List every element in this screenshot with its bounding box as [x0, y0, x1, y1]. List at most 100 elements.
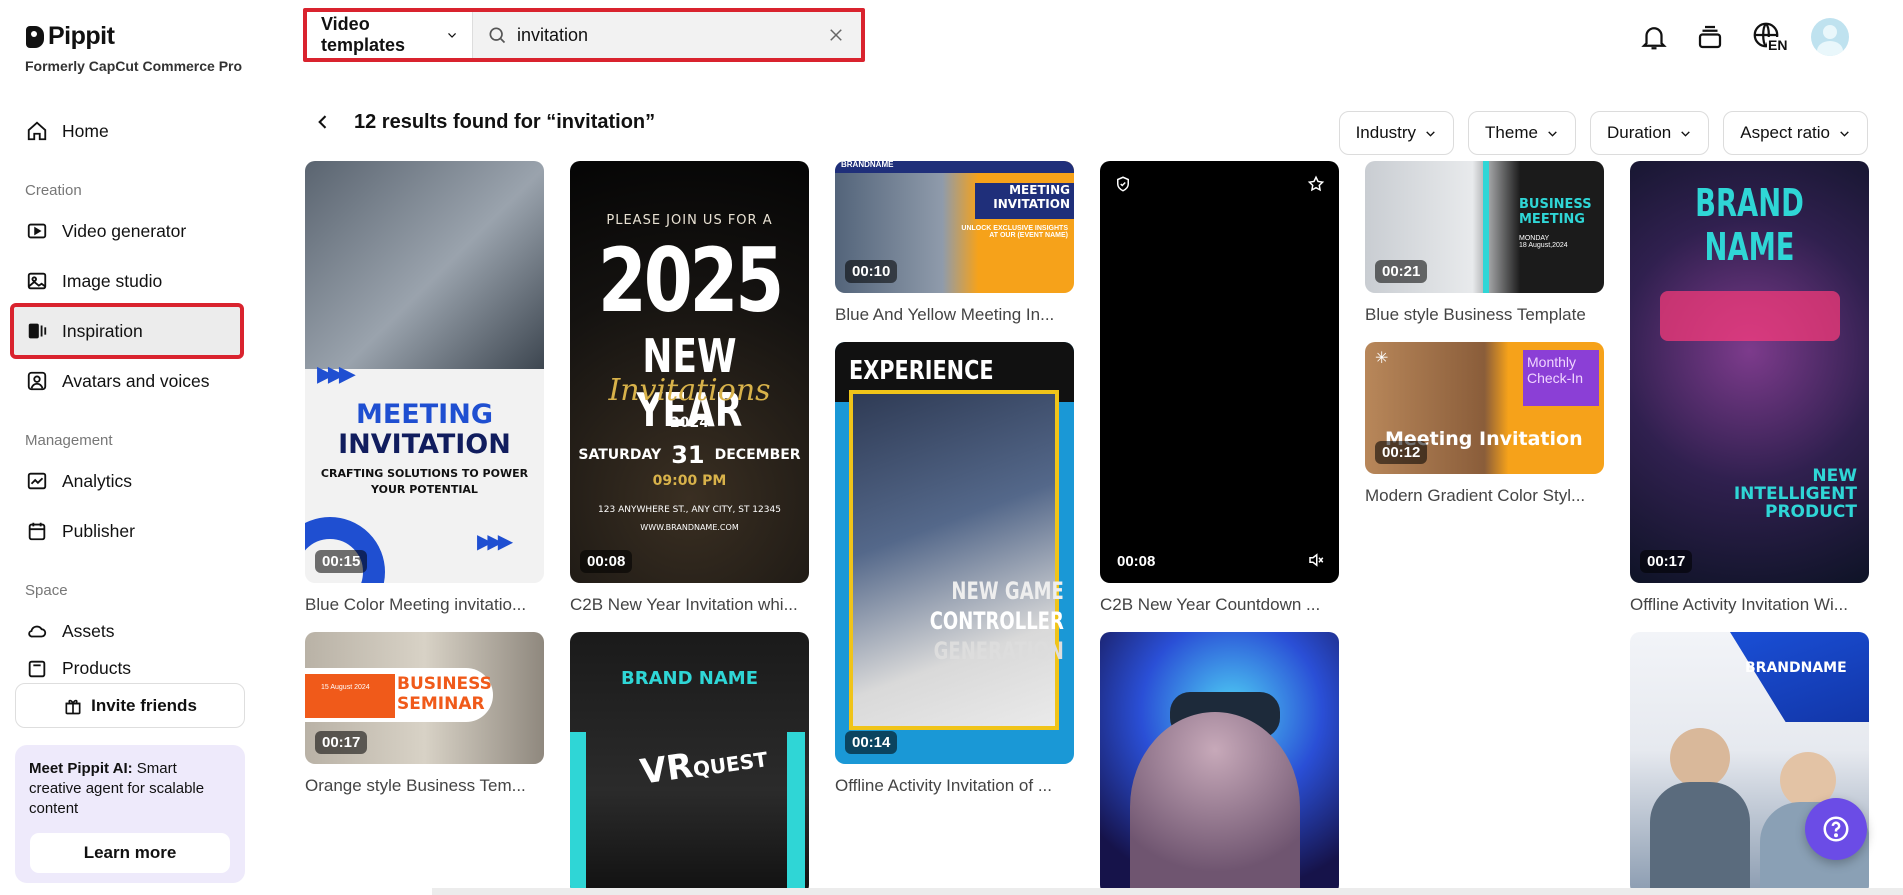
help-button[interactable] — [1805, 798, 1867, 860]
card-text: CONTROLLER — [929, 607, 1064, 635]
question-icon — [1823, 816, 1849, 842]
card-text: Invitations — [608, 373, 771, 408]
card-text: MONDAY — [1519, 235, 1550, 242]
template-card[interactable]: PLEASE JOIN US FOR A 2025 NEW YEAR Invit… — [570, 161, 809, 615]
template-title[interactable]: C2B New Year Invitation whi... — [570, 595, 809, 615]
bell-icon[interactable] — [1639, 22, 1669, 52]
card-text: PLEASE JOIN US FOR A — [606, 213, 773, 228]
invite-friends-button[interactable]: Invite friends — [15, 683, 245, 728]
brand-subtitle: Formerly CapCut Commerce Pro — [25, 58, 243, 74]
template-title[interactable]: Blue Color Meeting invitatio... — [305, 595, 544, 615]
template-card[interactable]: BRAND NAME VRQUEST — [570, 632, 809, 895]
sidebar-item-inspiration[interactable]: Inspiration — [10, 303, 244, 359]
back-icon[interactable] — [313, 112, 333, 132]
template-title[interactable]: Blue And Yellow Meeting In... — [835, 305, 1074, 325]
template-card[interactable]: BRANDNAME MEETING INVITATION UNLOCK EXCLU… — [835, 161, 1074, 325]
search-type-dropdown[interactable]: Video templates — [307, 12, 473, 58]
analytics-icon — [27, 472, 47, 490]
filter-industry[interactable]: Industry — [1338, 111, 1455, 155]
card-heading: BUSINESS MEETING — [1519, 197, 1592, 227]
template-thumbnail[interactable]: BUSINESS MEETING MONDAY 18 August,2024 00:… — [1365, 161, 1604, 293]
filter-theme[interactable]: Theme — [1468, 111, 1576, 155]
duration-badge: 00:08 — [580, 550, 633, 573]
mute-icon[interactable] — [1307, 551, 1325, 569]
template-card[interactable]: 00:08 C2B New Year Countdown ... — [1100, 161, 1339, 615]
template-thumbnail[interactable]: BRAND NAME NEW INTELLIGENT PRODUCT 00:17 — [1630, 161, 1869, 583]
template-card[interactable]: 15 August 2024 BUSINESS SEMINAR 00:17 Or… — [305, 632, 544, 796]
template-card[interactable] — [1100, 632, 1339, 895]
language-switcher[interactable]: EN — [1751, 20, 1789, 54]
sidebar: Pippit Formerly CapCut Commerce Pro Home… — [0, 0, 250, 895]
horizontal-scrollbar[interactable] — [432, 888, 1903, 895]
template-card[interactable]: BUSINESS MEETING MONDAY 18 August,2024 00:… — [1365, 161, 1604, 325]
sidebar-item-label: Assets — [62, 620, 115, 641]
filter-label: Theme — [1485, 123, 1538, 142]
chevron-down-icon — [1426, 130, 1435, 137]
card-text: YOUR POTENTIAL — [371, 483, 478, 496]
star-icon[interactable] — [1307, 175, 1325, 193]
image-studio-icon — [27, 272, 47, 290]
duration-badge: 00:17 — [315, 731, 368, 754]
sidebar-item-home[interactable]: Home — [26, 109, 236, 153]
template-thumbnail[interactable]: BRAND NAME VRQUEST — [570, 632, 809, 895]
template-thumbnail[interactable]: PLEASE JOIN US FOR A 2025 NEW YEAR Invit… — [570, 161, 809, 583]
avatar[interactable] — [1811, 18, 1849, 56]
card-text: BRAND NAME — [1695, 181, 1804, 269]
search-input[interactable] — [517, 24, 817, 46]
accent-bar — [570, 732, 586, 892]
card-text: EXPERIENCE — [849, 356, 994, 386]
close-icon[interactable] — [827, 26, 845, 44]
filter-label: Duration — [1606, 123, 1672, 142]
sidebar-item-video-generator[interactable]: Video generator — [26, 209, 236, 253]
template-thumbnail[interactable]: EXPERIENCE NEW GAME CONTROLLER GENERATIO… — [835, 342, 1074, 764]
section-creation: Creation — [25, 182, 82, 199]
card-heading: MEETING INVITATION — [993, 183, 1070, 211]
sidebar-item-image-studio[interactable]: Image studio — [26, 259, 236, 303]
card-text: PRODUCT — [1765, 502, 1857, 522]
template-title[interactable]: Offline Activity Invitation of ... — [835, 776, 1074, 796]
template-title[interactable]: Modern Gradient Color Styl... — [1365, 486, 1604, 506]
sidebar-item-products[interactable]: Products — [26, 658, 236, 682]
template-card[interactable]: ✳ Monthly Check-In Meeting Invitation 00:… — [1365, 342, 1604, 506]
sidebar-item-label: Avatars and voices — [62, 370, 210, 391]
card-text: Monthly — [1527, 354, 1577, 370]
card-text: 123 ANYWHERE ST., ANY CITY, ST 12345 — [598, 505, 781, 515]
gift-icon — [65, 699, 81, 714]
card-text: SEMINAR — [397, 694, 485, 714]
duration-badge: 00:14 — [845, 731, 898, 754]
language-label: EN — [1767, 37, 1789, 53]
learn-more-button[interactable]: Learn more — [30, 833, 230, 873]
template-title[interactable]: C2B New Year Countdown ... — [1100, 595, 1339, 615]
logo[interactable]: Pippit — [26, 22, 115, 51]
card-text: BRANDNAME — [1745, 660, 1847, 676]
duration-badge: 00:08 — [1117, 553, 1156, 570]
template-title[interactable]: Blue style Business Template — [1365, 305, 1604, 325]
search-bar: Video templates — [303, 8, 865, 62]
template-thumbnail[interactable]: BRANDNAME MEETING INVITATION UNLOCK EXCLU… — [835, 161, 1074, 293]
filter-aspect-ratio[interactable]: Aspect ratio — [1723, 111, 1868, 155]
card-text: Check-In — [1527, 370, 1584, 386]
template-card[interactable]: ▶▶▶ MEETING INVITATION CRAFTING SOLUTION… — [305, 161, 544, 615]
pippit-logo-icon — [26, 25, 44, 48]
sidebar-item-publisher[interactable]: Publisher — [26, 509, 236, 553]
card-text: NEW — [1812, 466, 1857, 486]
sidebar-item-avatars-and-voices[interactable]: Avatars and voices — [26, 359, 236, 403]
template-thumbnail[interactable] — [1100, 632, 1339, 895]
template-thumbnail[interactable]: ✳ Monthly Check-In Meeting Invitation 00:… — [1365, 342, 1604, 474]
card-text: INVITATION — [338, 429, 511, 460]
template-card[interactable]: EXPERIENCE NEW GAME CONTROLLER GENERATIO… — [835, 342, 1074, 796]
duration-badge: 00:17 — [1640, 550, 1693, 573]
template-card[interactable]: BRAND NAME NEW INTELLIGENT PRODUCT 00:17… — [1630, 161, 1869, 615]
invite-label: Invite friends — [91, 695, 197, 715]
layers-icon[interactable] — [1695, 22, 1725, 52]
sidebar-item-analytics[interactable]: Analytics — [26, 459, 236, 503]
template-title[interactable]: Orange style Business Tem... — [305, 776, 544, 796]
template-thumbnail[interactable]: 15 August 2024 BUSINESS SEMINAR 00:17 — [305, 632, 544, 764]
template-title[interactable]: Offline Activity Invitation Wi... — [1630, 595, 1869, 615]
template-thumbnail[interactable]: ▶▶▶ MEETING INVITATION CRAFTING SOLUTION… — [305, 161, 544, 583]
sidebar-item-assets[interactable]: Assets — [26, 609, 236, 653]
filter-duration[interactable]: Duration — [1589, 111, 1710, 155]
template-thumbnail[interactable]: 00:08 — [1100, 161, 1339, 583]
filter-label: Aspect ratio — [1740, 123, 1830, 142]
card-text: CRAFTING SOLUTIONS TO POWER — [320, 467, 529, 480]
